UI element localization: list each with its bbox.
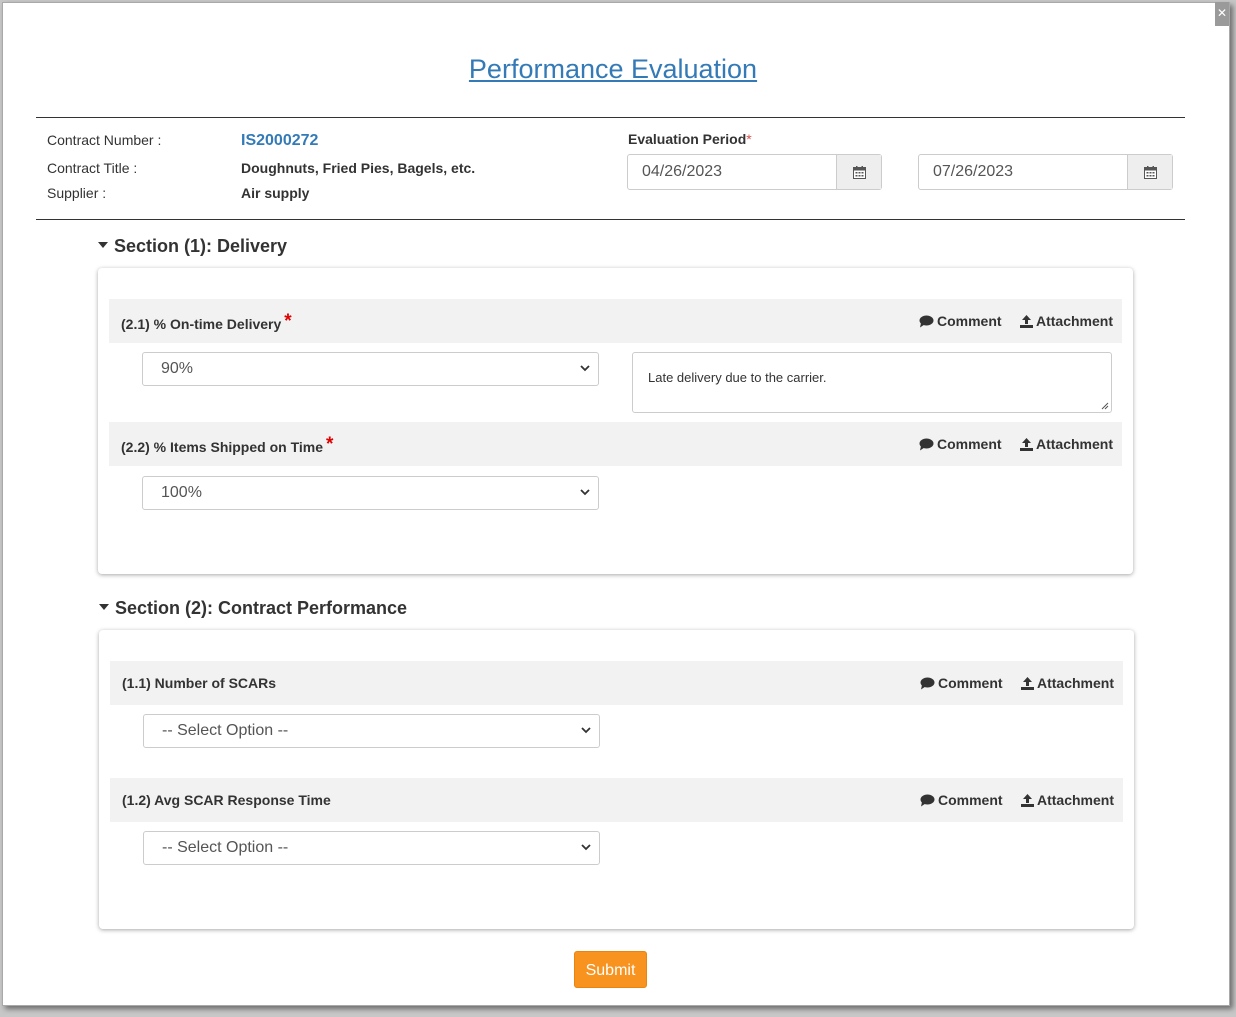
period-start-input[interactable]: 04/26/2023: [628, 155, 836, 189]
comment-button[interactable]: Comment: [919, 436, 1002, 452]
chevron-down-icon: [581, 727, 591, 734]
scar-count-select[interactable]: -- Select Option --: [143, 714, 600, 748]
scar-response-select[interactable]: -- Select Option --: [143, 831, 600, 865]
submit-button[interactable]: Submit: [574, 951, 647, 988]
upload-icon: [1020, 437, 1033, 451]
caret-down-icon: [98, 242, 108, 249]
divider-bottom: [36, 219, 1185, 220]
page-title[interactable]: Performance Evaluation: [0, 54, 1226, 85]
contract-title-label: Contract Title :: [47, 160, 138, 176]
question-row: (1.1) Number of SCARs Comment Attachment: [110, 661, 1123, 705]
question-label: (2.1) % On-time Delivery *: [121, 311, 292, 332]
chevron-down-icon: [580, 365, 590, 372]
contract-number-link[interactable]: IS2000272: [241, 132, 318, 150]
period-end-input[interactable]: 07/26/2023: [919, 155, 1127, 189]
comment-icon: [919, 438, 934, 450]
caret-down-icon: [99, 604, 109, 611]
attachment-button[interactable]: Attachment: [1021, 675, 1114, 691]
comment-textarea[interactable]: Late delivery due to the carrier.: [632, 352, 1112, 413]
supplier-value: Air supply: [241, 185, 310, 201]
attachment-button[interactable]: Attachment: [1020, 313, 1113, 329]
question-row: (2.1) % On-time Delivery * Comment Attach…: [109, 299, 1122, 343]
chevron-down-icon: [580, 489, 590, 496]
comment-icon: [920, 677, 935, 689]
attachment-button[interactable]: Attachment: [1021, 792, 1114, 808]
items-shipped-select[interactable]: 100%: [142, 476, 599, 510]
period-start-datepicker[interactable]: 04/26/2023: [627, 154, 882, 190]
upload-icon: [1020, 314, 1033, 328]
delivery-rating-select[interactable]: 90%: [142, 352, 599, 386]
upload-icon: [1021, 793, 1034, 807]
period-end-datepicker[interactable]: 07/26/2023: [918, 154, 1173, 190]
comment-button[interactable]: Comment: [919, 313, 1002, 329]
chevron-down-icon: [581, 844, 591, 851]
comment-button[interactable]: Comment: [920, 792, 1003, 808]
supplier-label: Supplier :: [47, 185, 107, 201]
comment-icon: [920, 794, 935, 806]
section-2-header[interactable]: Section (2): Contract Performance: [99, 598, 407, 619]
attachment-button[interactable]: Attachment: [1020, 436, 1113, 452]
question-row: (2.2) % Items Shipped on Time * Comment A…: [109, 422, 1122, 466]
question-label: (1.1) Number of SCARs: [122, 675, 277, 691]
calendar-icon[interactable]: [836, 155, 881, 189]
contract-title-value: Doughnuts, Fried Pies, Bagels, etc.: [241, 160, 476, 176]
close-icon[interactable]: ✕: [1215, 2, 1229, 26]
comment-button[interactable]: Comment: [920, 675, 1003, 691]
question-label: (2.2) % Items Shipped on Time *: [121, 434, 334, 455]
contract-number-label: Contract Number :: [47, 132, 162, 148]
resize-handle-icon: [1101, 402, 1109, 410]
upload-icon: [1021, 676, 1034, 690]
comment-icon: [919, 315, 934, 327]
question-label: (1.2) Avg SCAR Response Time: [122, 792, 331, 808]
evaluation-period-label: Evaluation Period*: [628, 131, 752, 147]
divider-top: [36, 117, 1185, 118]
question-row: (1.2) Avg SCAR Response Time Comment Att…: [110, 778, 1123, 822]
section-1-panel: (2.1) % On-time Delivery * Comment Attach…: [98, 268, 1133, 574]
section-2-panel: (1.1) Number of SCARs Comment Attachment…: [99, 630, 1134, 929]
section-1-header[interactable]: Section (1): Delivery: [98, 236, 287, 257]
calendar-icon[interactable]: [1127, 155, 1172, 189]
